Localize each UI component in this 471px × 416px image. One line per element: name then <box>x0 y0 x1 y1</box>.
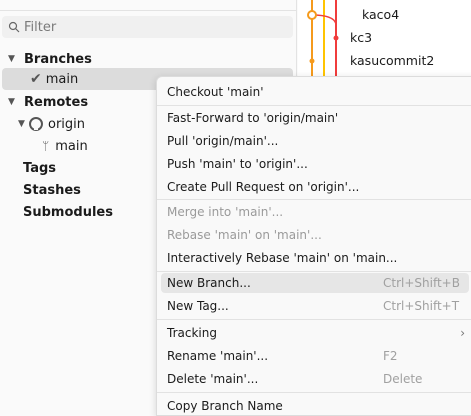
graph-edges <box>307 10 339 64</box>
chevron-right-icon: › <box>460 326 465 340</box>
menu-tracking[interactable]: Tracking › <box>161 323 469 343</box>
divider <box>0 10 297 11</box>
menu-new-tag[interactable]: New Tag... Ctrl+Shift+T <box>161 296 469 316</box>
menu-delete[interactable]: Delete 'main'... Delete <box>161 369 469 389</box>
menu-separator <box>157 105 471 106</box>
menu-pull[interactable]: Pull 'origin/main'... <box>161 131 469 151</box>
remote-label: origin <box>48 116 86 132</box>
menu-create-pull-request[interactable]: Create Pull Request on 'origin'... <box>161 177 469 197</box>
menu-separator <box>157 319 471 320</box>
menu-label: New Branch... <box>167 276 251 290</box>
collapse-icon[interactable]: ▼ <box>8 97 18 107</box>
collapse-icon[interactable]: ▼ <box>8 54 18 64</box>
menu-push[interactable]: Push 'main' to 'origin'... <box>161 154 469 174</box>
menu-fast-forward[interactable]: Fast-Forward to 'origin/main' <box>161 108 469 128</box>
branch-icon: ᛘ <box>42 139 50 153</box>
shortcut: Ctrl+Shift+T <box>383 299 460 313</box>
menu-rename[interactable]: Rename 'main'... F2 <box>161 346 469 366</box>
remotes-header[interactable]: ▼ Remotes <box>8 91 88 113</box>
branches-label: Branches <box>24 51 92 67</box>
context-menu: Checkout 'main' Fast-Forward to 'origin/… <box>156 76 471 416</box>
menu-merge: Merge into 'main'... <box>167 205 284 219</box>
menu-copy-branch-name[interactable]: Copy Branch Name <box>161 396 469 416</box>
remote-branch-label: main <box>55 138 88 154</box>
menu-rebase: Rebase 'main' on 'main'... <box>167 228 322 242</box>
tags-header[interactable]: Tags <box>23 157 56 179</box>
menu-interactive-rebase[interactable]: Interactively Rebase 'main' on 'main... <box>161 248 469 268</box>
menu-checkout[interactable]: Checkout 'main' <box>161 82 469 102</box>
menu-label: New Tag... <box>167 299 229 313</box>
filter-placeholder: Filter <box>24 19 57 35</box>
commit-graph: kaco4 kc3 kasucommit2 <box>298 0 471 76</box>
menu-label: Delete 'main'... <box>167 372 259 386</box>
remote-origin[interactable]: ▼ origin <box>18 113 85 135</box>
shortcut: Delete <box>383 372 423 386</box>
menu-label: Rename 'main'... <box>167 349 269 363</box>
menu-separator <box>157 199 471 200</box>
commit-message[interactable]: kc3 <box>350 30 372 45</box>
menu-new-branch[interactable]: New Branch... Ctrl+Shift+B <box>161 273 469 293</box>
menu-label: Tracking <box>167 326 217 340</box>
shortcut: Ctrl+Shift+B <box>383 276 460 290</box>
menu-separator <box>157 392 471 393</box>
commit-message[interactable]: kasucommit2 <box>350 53 434 68</box>
remote-branch-main[interactable]: ᛘ main <box>42 135 88 157</box>
check-icon: ✔ <box>30 71 42 87</box>
commit-message[interactable]: kaco4 <box>362 7 399 22</box>
collapse-icon[interactable]: ▼ <box>18 119 28 129</box>
search-icon <box>8 21 20 33</box>
menu-separator <box>157 271 471 272</box>
stashes-header[interactable]: Stashes <box>23 179 81 201</box>
submodules-header[interactable]: Submodules <box>23 201 113 223</box>
shortcut: F2 <box>383 349 398 363</box>
filter-input[interactable]: Filter <box>2 16 293 38</box>
branches-header[interactable]: ▼ Branches <box>8 48 92 70</box>
remotes-label: Remotes <box>24 94 89 110</box>
branch-label: main <box>45 71 79 87</box>
github-icon <box>29 117 43 131</box>
